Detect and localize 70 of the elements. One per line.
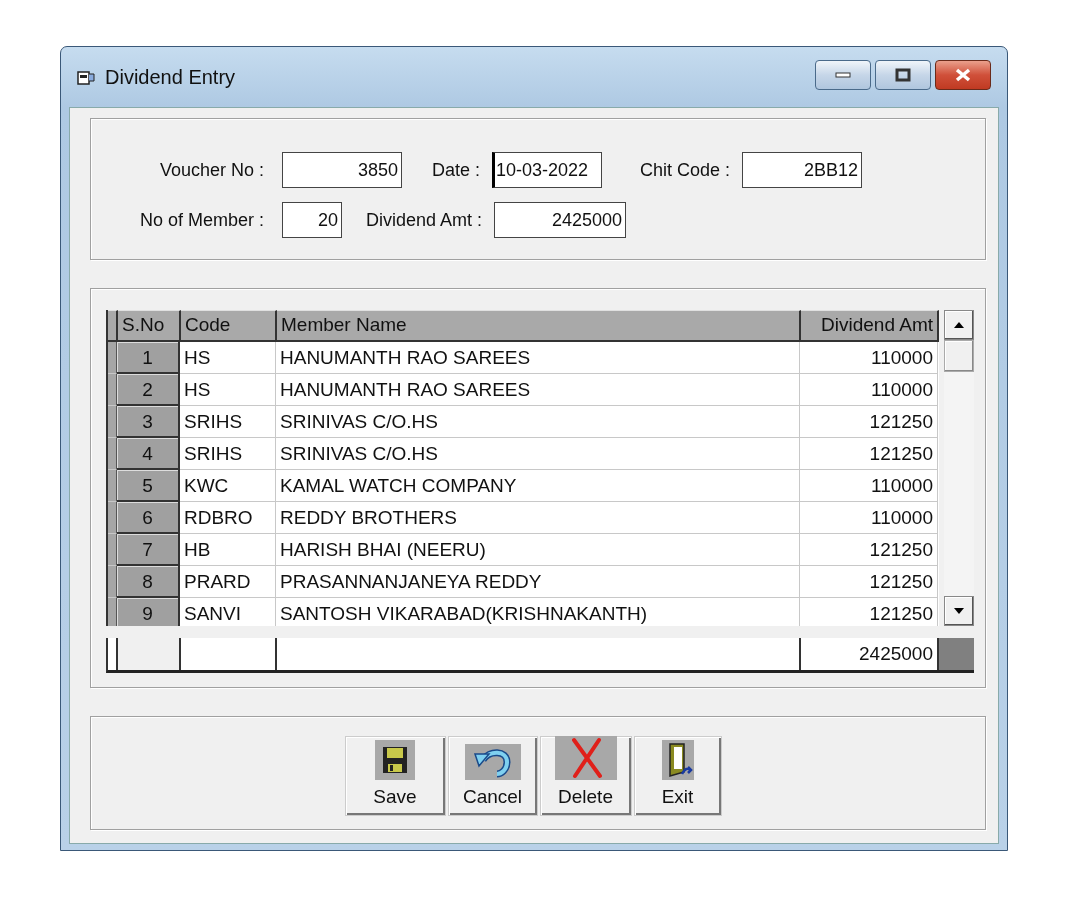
scroll-down-icon[interactable] [944,596,974,626]
table-cell: HS [180,342,276,374]
text-field[interactable]: 20 [282,202,342,238]
close-icon [954,68,972,82]
column-header[interactable]: S.No [118,310,181,342]
table-cell: 121250 [800,534,938,566]
scroll-up-icon[interactable] [944,310,974,340]
table-cell: SRINIVAS C/O.HS [276,406,800,438]
table-cell: 110000 [800,470,938,502]
column-header[interactable]: Member Name [277,310,801,342]
field-label: Chit Code : [640,159,731,181]
window-app-icon [77,69,95,85]
field-label: Dividend Amt : [366,209,483,231]
table-cell: REDDY BROTHERS [276,502,800,534]
row-number: 5 [117,470,180,502]
scroll-thumb[interactable] [944,340,974,372]
total-amount: 2425000 [801,638,939,670]
table-cell: KWC [180,470,276,502]
table-cell: SANTOSH VIKARABAD(KRISHNAKANTH) [276,598,800,626]
table-cell: SRIHS [180,438,276,470]
field-label: Date : [432,159,481,181]
row-number: 9 [117,598,180,626]
table-cell: RDBRO [180,502,276,534]
table-cell: HANUMANTH RAO SAREES [276,342,800,374]
close-button[interactable] [935,60,991,90]
column-header[interactable]: Dividend Amt [801,310,939,342]
row-number: 3 [117,406,180,438]
save-button[interactable]: Save [344,736,446,816]
row-number: 1 [117,342,180,374]
field-label: No of Member : [138,209,264,231]
scrollbar[interactable] [944,310,974,626]
exit-button[interactable]: Exit [633,736,722,816]
text-field[interactable]: 3850 [282,152,402,188]
table-cell: PRARD [180,566,276,598]
row-number: 2 [117,374,180,406]
row-number: 8 [117,566,180,598]
text-field[interactable]: 2BB12 [742,152,863,188]
table-cell: HS [180,374,276,406]
table-cell: 110000 [800,342,938,374]
table-cell: 121250 [800,566,938,598]
minimize-button[interactable] [815,60,871,90]
window-title: Dividend Entry [105,65,236,89]
column-header[interactable]: Code [181,310,277,342]
table-cell: 121250 [800,406,938,438]
table-cell: 110000 [800,374,938,406]
table-cell: HB [180,534,276,566]
row-number: 6 [117,502,180,534]
text-field[interactable]: 2425000 [494,202,627,238]
table-cell: 121250 [800,438,938,470]
table-cell: KAMAL WATCH COMPANY [276,470,800,502]
row-number: 7 [117,534,180,566]
table-cell: 110000 [800,502,938,534]
table-cell: SRIHS [180,406,276,438]
total-row-end [939,638,974,670]
row-number: 4 [117,438,180,470]
table-cell: HARISH BHAI (NEERU) [276,534,800,566]
cancel-button[interactable]: Cancel [447,736,538,816]
table-cell: HANUMANTH RAO SAREES [276,374,800,406]
field-label: Voucher No : [158,159,264,181]
table-cell: PRASANNANJANEYA REDDY [276,566,800,598]
table-cell: SANVI [180,598,276,626]
text-field[interactable]: 10-03-2022 [492,152,603,188]
delete-button[interactable]: Delete [539,736,632,816]
table-cell: SRINIVAS C/O.HS [276,438,800,470]
table-cell: 121250 [800,598,938,626]
minimize-icon [835,72,851,78]
maximize-icon [895,68,911,82]
maximize-button[interactable] [875,60,931,90]
door-exit-icon [661,740,694,780]
cross-icon [554,736,617,780]
